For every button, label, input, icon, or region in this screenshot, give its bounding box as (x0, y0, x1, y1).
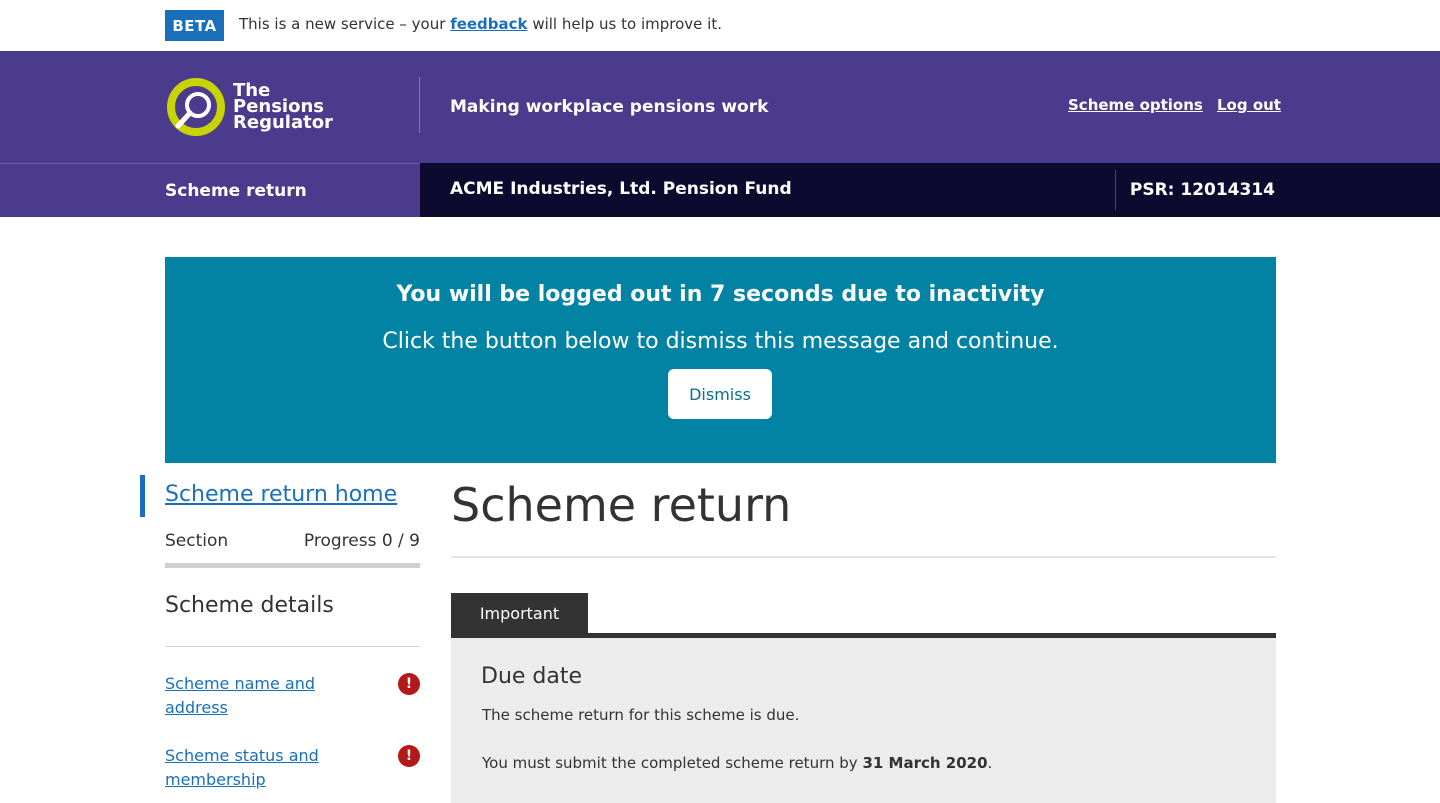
scheme-bar: Scheme return ACME Industries, Ltd. Pens… (0, 163, 1440, 217)
log-out-link[interactable]: Log out (1217, 96, 1281, 114)
psr-number: PSR: 12014314 (1129, 180, 1275, 200)
sidebar-item-scheme-status[interactable]: Scheme status and membership (165, 744, 365, 792)
timeout-warning: You will be logged out in 7 seconds due … (165, 257, 1276, 463)
beta-text-before: This is a new service – your (239, 15, 446, 33)
feedback-link[interactable]: feedback (450, 15, 527, 33)
beta-banner: BETA This is a new service – your feedba… (0, 0, 1440, 51)
header-divider (419, 77, 420, 133)
scheme-info-panel: ACME Industries, Ltd. Pension Fund PSR: … (420, 163, 1440, 217)
panel-text: The scheme return for this scheme is due… (482, 706, 800, 724)
psr-divider (1115, 170, 1116, 210)
error-icon: ! (398, 745, 420, 767)
beta-text: This is a new service – your feedback wi… (239, 15, 722, 33)
deadline-text-before: You must submit the completed scheme ret… (482, 754, 858, 772)
sidebar-divider (165, 563, 420, 568)
logo-line: Regulator (233, 112, 333, 133)
timeout-title: You will be logged out in 7 seconds due … (396, 282, 1045, 307)
timeout-message: Click the button below to dismiss this m… (382, 329, 1059, 354)
tab-important: Important (451, 593, 588, 634)
error-icon: ! (398, 673, 420, 695)
sidebar-active-marker (140, 475, 145, 517)
sidebar-divider (165, 646, 420, 647)
logo-text: The Pensions Regulator (233, 82, 333, 133)
tpr-logo[interactable]: The Pensions Regulator (165, 76, 333, 138)
beta-tag: BETA (165, 10, 224, 41)
panel-title: Due date (481, 664, 583, 689)
service-name: Scheme return (165, 181, 307, 201)
panel-deadline-text: You must submit the completed scheme ret… (482, 754, 992, 772)
scheme-return-home-link[interactable]: Scheme return home (165, 482, 397, 507)
beta-text-after: will help us to improve it. (532, 15, 722, 33)
tagline: Making workplace pensions work (450, 97, 769, 117)
deadline-text-after: . (987, 754, 993, 772)
title-divider (451, 556, 1276, 558)
magnifier-logo-icon (167, 78, 225, 136)
dismiss-button[interactable]: Dismiss (668, 369, 772, 419)
sidebar-heading: Scheme details (165, 593, 334, 618)
service-name-panel: Scheme return (0, 163, 420, 217)
site-header: The Pensions Regulator Making workplace … (0, 51, 1440, 163)
section-label: Section (165, 531, 229, 551)
scheme-options-link[interactable]: Scheme options (1068, 96, 1203, 114)
scheme-name: ACME Industries, Ltd. Pension Fund (450, 179, 792, 199)
page-title: Scheme return (451, 478, 792, 532)
sidebar-item-scheme-name[interactable]: Scheme name and address (165, 672, 365, 720)
progress-label: Progress 0 / 9 (303, 531, 420, 551)
deadline-date: 31 March 2020 (862, 754, 988, 772)
due-date-panel: Due date The scheme return for this sche… (451, 638, 1276, 803)
